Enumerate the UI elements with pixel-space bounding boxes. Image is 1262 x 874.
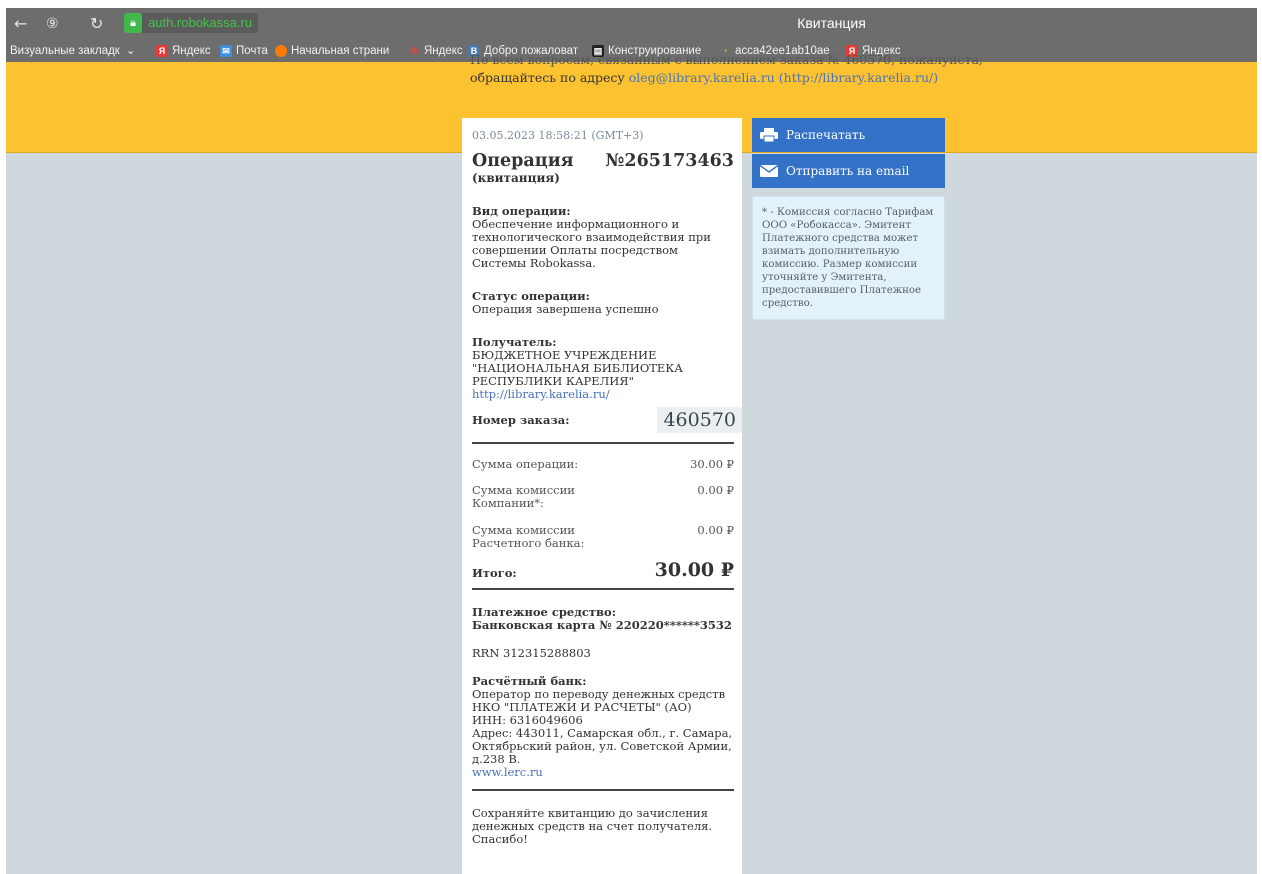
total-label: Итого: bbox=[472, 566, 517, 580]
contact-line-cut: По всем вопросам, связанным с выполнение… bbox=[470, 52, 983, 67]
order-row: Номер заказа: 460570 bbox=[472, 407, 742, 433]
print-button[interactable]: Распечатать bbox=[752, 118, 945, 152]
bank-text: Оператор по переводу денежных средств НК… bbox=[472, 687, 726, 714]
fee-company-label: Сумма комиссии Компании*: bbox=[472, 483, 575, 510]
bookmark-label: Начальная страни bbox=[291, 45, 390, 57]
yandex-icon: Я bbox=[410, 46, 418, 56]
fee-bank-value: 0.00 ₽ bbox=[697, 523, 734, 537]
contact-site-link[interactable]: (http://library.karelia.ru/) bbox=[779, 70, 938, 85]
operation-number: №265173463 bbox=[605, 151, 734, 171]
receipt-footer: Сохраняйте квитанцию до зачисления денеж… bbox=[472, 806, 713, 846]
receipt-title: Операция bbox=[472, 151, 574, 171]
bookmark-label: Яндекс bbox=[424, 45, 463, 57]
page-title: Квитанция bbox=[797, 15, 866, 31]
amount-value: 30.00 ₽ bbox=[690, 457, 734, 471]
receipt-card: 03.05.2023 18:58:21 (GMT+3) Операция №26… bbox=[462, 118, 742, 874]
payment-card: Банковская карта № 220220******3532 bbox=[472, 618, 732, 632]
yandex-icon: Я bbox=[156, 45, 168, 57]
send-email-button[interactable]: Отправить на email bbox=[752, 154, 945, 188]
recipient-link[interactable]: http://library.karelia.ru/ bbox=[472, 388, 734, 401]
fee-company-row: Сумма комиссии Компании*: 0.00 ₽ bbox=[472, 484, 734, 510]
printer-icon bbox=[760, 128, 778, 142]
divider bbox=[472, 789, 734, 791]
bookmark-yandex-2[interactable]: Я Яндекс bbox=[408, 44, 463, 58]
browser-window: ← ⑨ ↻ 🔒︎ auth.robokassa.ru Квитанция Виз… bbox=[6, 8, 1257, 874]
total-value: 30.00 ₽ bbox=[654, 559, 734, 581]
firefox-icon bbox=[275, 45, 287, 57]
bookmark-label: Почта bbox=[236, 45, 268, 57]
bookmark-visual[interactable]: Визуальные закладк ⌄ bbox=[10, 44, 135, 58]
divider bbox=[472, 588, 734, 590]
total-row: Итого: 30.00 ₽ bbox=[472, 560, 734, 580]
chevron-down-icon: ⌄ bbox=[125, 45, 136, 57]
actions-panel: Распечатать Отправить на email bbox=[752, 118, 945, 190]
recipient-text: БЮДЖЕТНОЕ УЧРЕЖДЕНИЕ "НАЦИОНАЛЬНАЯ БИБЛИ… bbox=[472, 348, 683, 388]
contact-email-link[interactable]: oleg@library.karelia.ru bbox=[629, 70, 775, 85]
commission-note: * - Комиссия согласно Тарифам ООО «Робок… bbox=[752, 196, 945, 320]
bookmark-start-page[interactable]: Начальная страни bbox=[275, 44, 389, 58]
receipt-date: 03.05.2023 18:58:21 (GMT+3) bbox=[472, 129, 644, 142]
bookmark-yandex-1[interactable]: Я Яндекс bbox=[156, 44, 211, 58]
fee-bank-label: Сумма комиссии Расчетного банка: bbox=[472, 523, 585, 550]
bookmark-mail[interactable]: ✉ Почта bbox=[220, 44, 268, 58]
fee-bank-row: Сумма комиссии Расчетного банка: 0.00 ₽ bbox=[472, 524, 734, 550]
mail-icon: ✉ bbox=[220, 45, 232, 57]
contact-prefix: обращайтесь по адресу bbox=[470, 70, 625, 85]
bookmark-label: Яндекс bbox=[172, 45, 211, 57]
amount-row: Сумма операции: 30.00 ₽ bbox=[472, 458, 734, 471]
order-number: 460570 bbox=[657, 407, 742, 433]
bookmark-label: Визуальные закладк bbox=[10, 45, 120, 57]
receipt-subtitle: (квитанция) bbox=[472, 171, 560, 185]
browser-titlebar: ← ⑨ ↻ 🔒︎ auth.robokassa.ru Квитанция bbox=[6, 8, 1257, 40]
order-label: Номер заказа: bbox=[472, 412, 570, 427]
status-text: Операция завершена успешно bbox=[472, 302, 659, 316]
contact-info: По всем вопросам, связанным с выполнение… bbox=[470, 52, 983, 86]
send-email-label: Отправить на email bbox=[786, 164, 910, 178]
amount-label: Сумма операции: bbox=[472, 457, 579, 471]
rrn: RRN 312315288803 bbox=[472, 646, 591, 660]
fee-company-value: 0.00 ₽ bbox=[697, 483, 734, 497]
operation-type-text: Обеспечение информационного и технологич… bbox=[472, 217, 711, 270]
envelope-icon bbox=[760, 164, 778, 177]
print-label: Распечатать bbox=[786, 128, 866, 142]
divider bbox=[472, 442, 734, 444]
bank-address: Адрес: 443011, Самарская обл., г. Самара… bbox=[472, 726, 733, 766]
bank-site-link[interactable]: www.lerc.ru bbox=[472, 766, 734, 779]
